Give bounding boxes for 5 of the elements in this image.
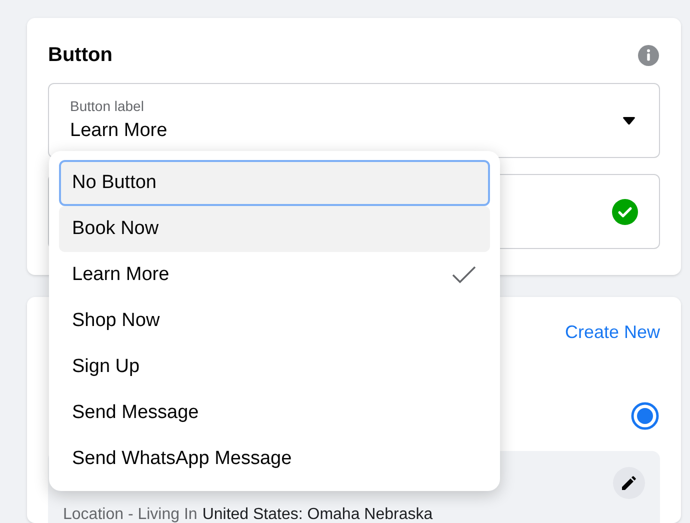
field-label: Button label xyxy=(70,96,145,116)
field-value: Learn More xyxy=(70,118,168,143)
location-value: United States: Omaha Nebraska xyxy=(202,505,433,523)
location-label: Location - Living In xyxy=(63,505,198,523)
card-title: Button xyxy=(48,43,112,68)
